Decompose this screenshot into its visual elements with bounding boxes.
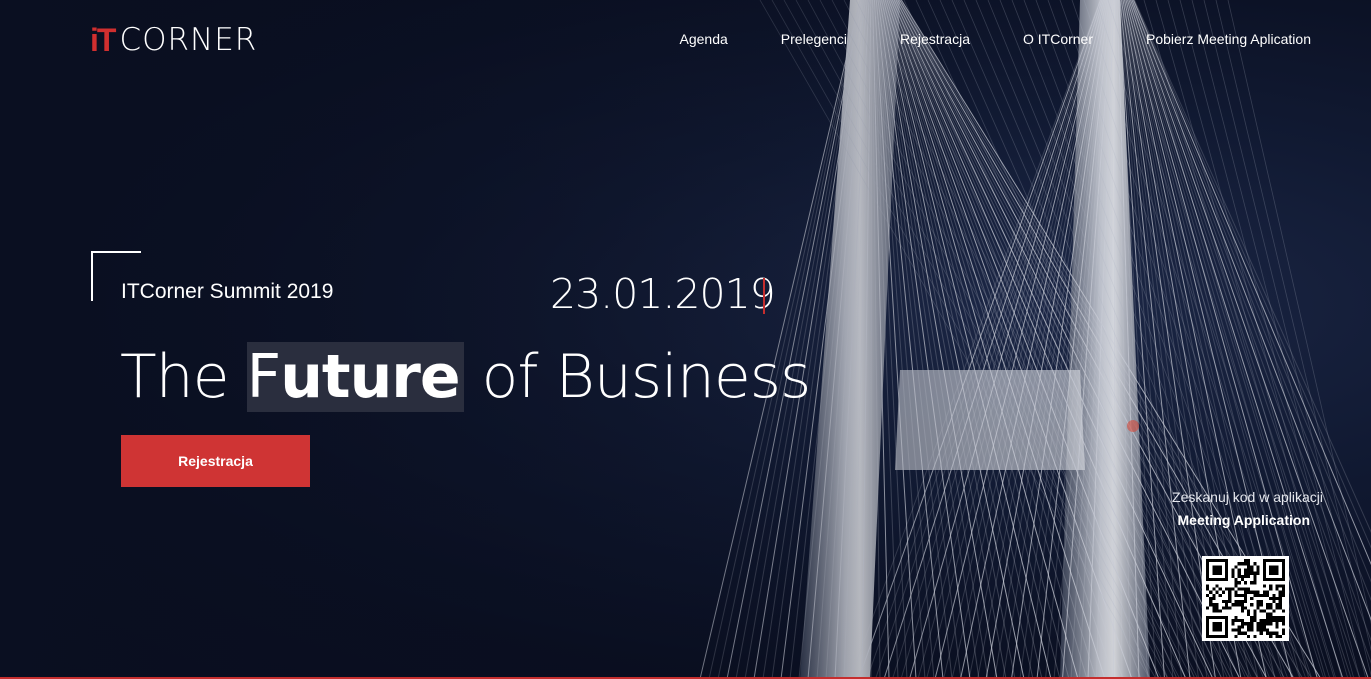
summit-name: ITCorner Summit 2019 [121,280,334,303]
headline: The Future of Business [120,342,812,412]
nav-item-pobierz-app[interactable]: Pobierz Meeting Aplication [1146,31,1311,47]
headline-before: The [120,342,247,412]
logo-mark: iT [90,22,116,58]
nav-item-rejestracja[interactable]: Rejestracja [900,31,970,47]
nav-item-prelegenci[interactable]: Prelegenci [781,31,847,47]
hero-section [0,0,1371,679]
app-name: Meeting Application [1177,512,1310,528]
logo[interactable]: iT CORNER [90,24,257,56]
nav-item-o-itcorner[interactable]: O ITCorner [1023,31,1093,47]
register-button[interactable]: Rejestracja [121,435,310,487]
headline-highlight: Future [246,342,464,412]
typing-cursor [763,278,765,314]
event-date: 23.01.2019 [550,270,776,318]
scan-instruction: Zeskanuj kod w aplikacji [1172,489,1323,505]
bridge-background-image [0,0,1371,679]
headline-highlight-plain: F [246,342,282,412]
logo-word: CORNER [119,22,258,58]
qr-code-icon [1202,556,1289,641]
main-nav: Agenda Prelegenci Rejestracja O ITCorner… [627,31,1311,47]
headline-highlight-bold: uture [280,342,460,412]
nav-item-agenda[interactable]: Agenda [680,31,728,47]
headline-after: of Business [463,342,812,412]
